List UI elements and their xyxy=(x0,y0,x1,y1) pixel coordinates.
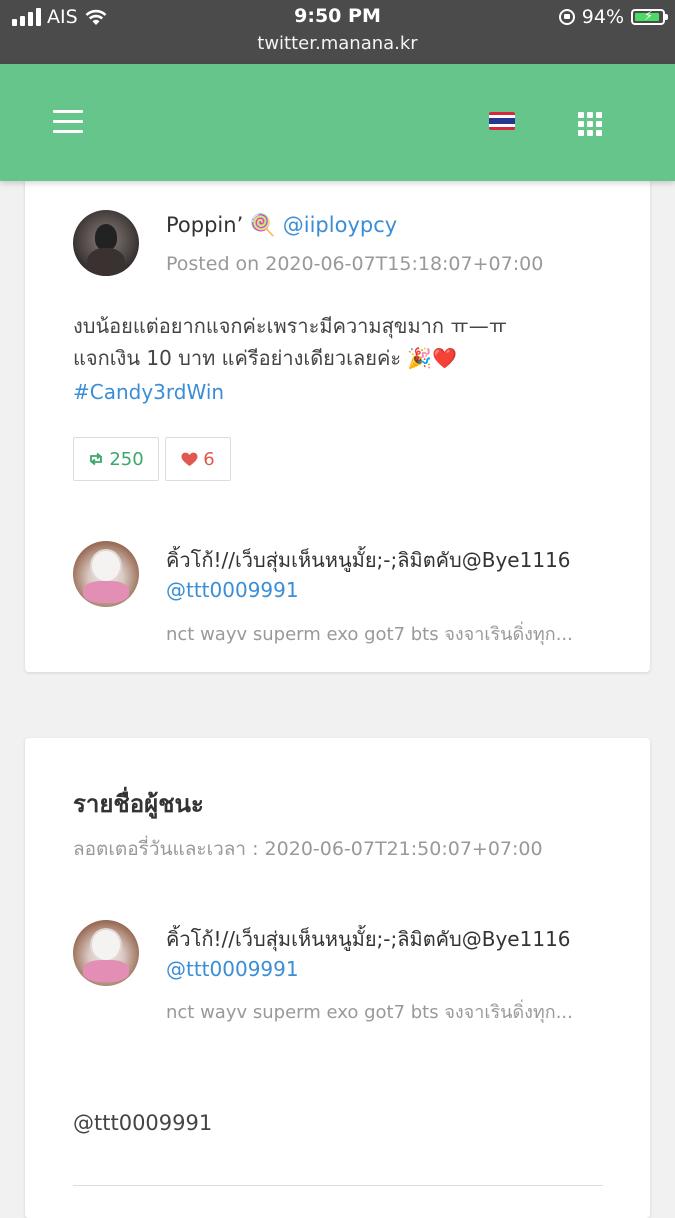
winners-title: รายชื่อผู้ชนะ xyxy=(73,790,204,818)
divider xyxy=(73,1185,603,1186)
author-avatar[interactable] xyxy=(73,210,139,276)
tweet-text-line1: งบน้อยแต่อยากแจกค่ะเพราะมีความสุขมาก ㅠ—ㅠ xyxy=(73,314,508,338)
like-button[interactable]: 6 xyxy=(165,437,231,481)
retweet-button[interactable]: 250 xyxy=(73,437,159,481)
winner-bio: nct wayv superm exo got7 bts จงจาเรินดิ่… xyxy=(166,1002,573,1023)
hamburger-menu-icon[interactable] xyxy=(53,110,83,134)
retweet-icon xyxy=(90,452,103,466)
posted-date: Posted on 2020-06-07T15:18:07+07:00 xyxy=(166,253,544,275)
author-line: Poppin’ 🍭 @iiploypcy xyxy=(166,213,397,238)
thailand-flag-icon[interactable] xyxy=(489,112,515,130)
status-bar: AIS 9:50 PM twitter.manana.kr 94% ⚡ xyxy=(0,0,675,64)
winner-avatar[interactable] xyxy=(73,920,139,986)
battery-percent: 94% xyxy=(581,6,624,28)
participant-handle[interactable]: @ttt0009991 xyxy=(166,578,299,602)
participant-name[interactable]: คิ้วโก้!//เว็บสุ่มเห็นหนูมั้ย;-;ลิมิตคับ… xyxy=(166,544,571,576)
winner-handle[interactable]: @ttt0009991 xyxy=(166,957,299,981)
heart-icon xyxy=(181,452,198,466)
tweet-hashtag[interactable]: #Candy3rdWin xyxy=(73,376,224,408)
tweet-card: Poppin’ 🍭 @iiploypcy Posted on 2020-06-0… xyxy=(25,150,650,672)
participant-avatar[interactable] xyxy=(73,541,139,607)
winners-card: รายชื่อผู้ชนะ ลอตเตอรี่วันและเวลา : 2020… xyxy=(25,738,650,1218)
like-count: 6 xyxy=(203,448,215,470)
status-right: 94% ⚡ xyxy=(558,5,668,29)
charging-bolt-icon: ⚡ xyxy=(644,9,654,24)
author-name[interactable]: Poppin’ 🍭 xyxy=(166,213,276,237)
winner-name[interactable]: คิ้วโก้!//เว็บสุ่มเห็นหนูมั้ย;-;ลิมิตคับ… xyxy=(166,923,571,955)
grid-apps-icon[interactable] xyxy=(578,112,602,136)
participant-bio: nct wayv superm exo got7 bts จงจาเรินดิ่… xyxy=(166,624,573,645)
retweet-count: 250 xyxy=(109,448,144,470)
lottery-time: ลอตเตอรี่วันและเวลา : 2020-06-07T21:50:0… xyxy=(73,838,543,860)
tweet-text-line2: แจกเงิน 10 บาท แค่รีอย่างเดียวเลยค่ะ 🎉❤️ xyxy=(73,346,458,370)
top-navbar xyxy=(0,64,675,181)
address-bar-url[interactable]: twitter.manana.kr xyxy=(0,33,675,54)
orientation-lock-icon xyxy=(558,9,575,25)
battery-icon: ⚡ xyxy=(631,9,668,25)
author-handle[interactable]: @iiploypcy xyxy=(283,213,397,237)
winner-reply-text: @ttt0009991 xyxy=(73,1111,213,1135)
